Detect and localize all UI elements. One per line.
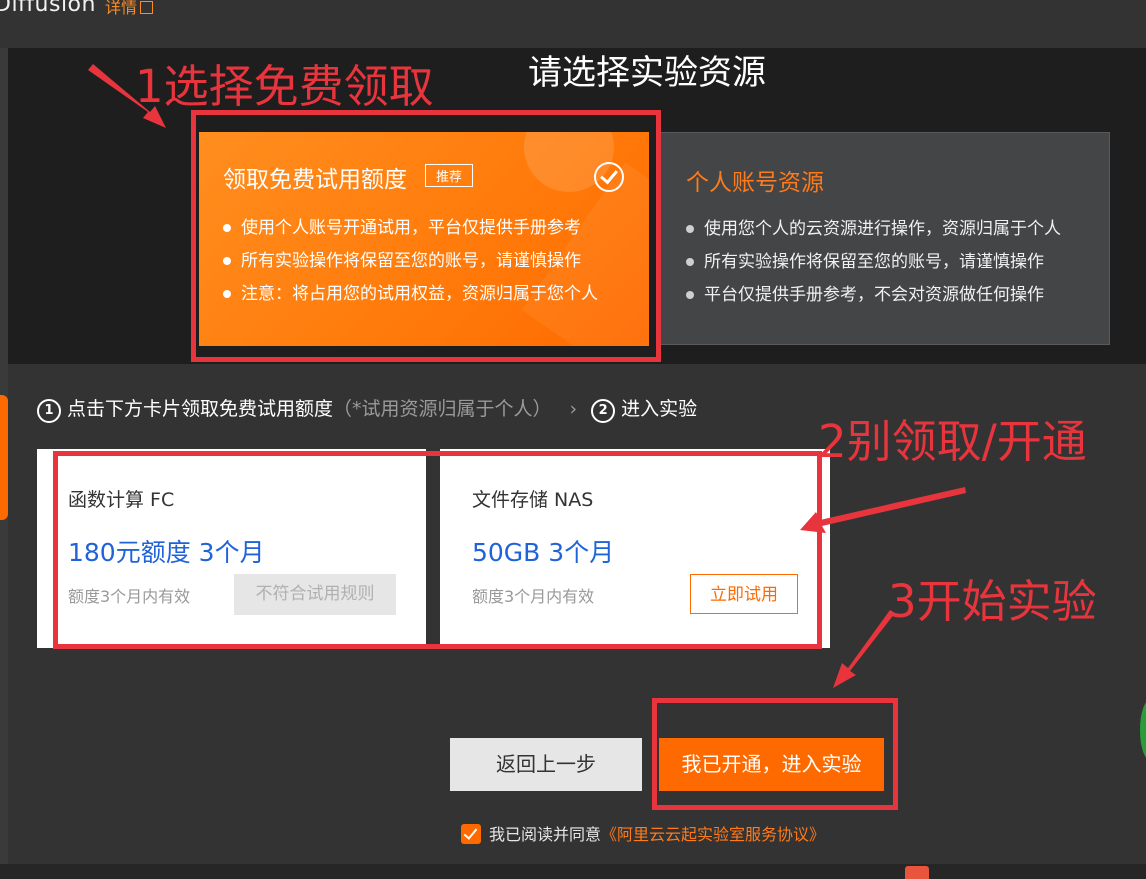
annotation-arrows bbox=[88, 64, 966, 688]
annotation-arrow-3 bbox=[833, 610, 895, 688]
annotation-arrow-1 bbox=[88, 64, 166, 128]
annotation-arrow-2 bbox=[800, 487, 966, 533]
